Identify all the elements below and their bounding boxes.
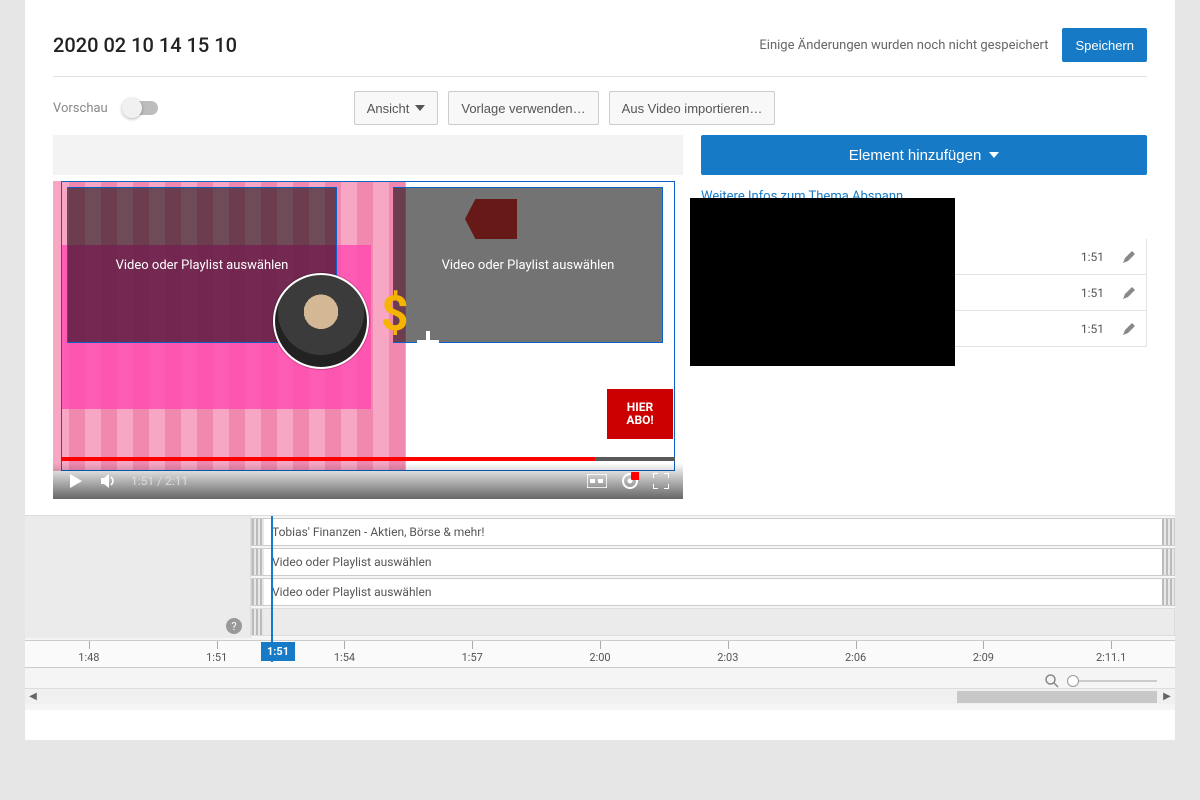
player-controls: 1:51 / 2:11 — [53, 463, 683, 499]
unsaved-message: Einige Änderungen wurden noch nicht gesp… — [759, 38, 1048, 53]
add-element-button[interactable]: Element hinzufügen — [701, 135, 1147, 175]
element-time: 1:51 — [1073, 286, 1112, 300]
timeline-tracks: Tobias' Finanzen - Aktien, Börse & mehr!… — [251, 516, 1175, 638]
page-title: 2020 02 10 14 15 10 — [53, 33, 237, 57]
timeline-subtrack[interactable] — [251, 608, 1175, 636]
progress-bar[interactable] — [61, 457, 675, 461]
timeline-track[interactable]: Tobias' Finanzen - Aktien, Börse & mehr! — [251, 518, 1175, 546]
chevron-down-icon — [415, 105, 425, 111]
redaction-overlay — [690, 198, 955, 366]
edit-icon[interactable] — [1112, 240, 1146, 274]
save-button[interactable]: Speichern — [1062, 28, 1147, 62]
zoom-slider-knob[interactable] — [1067, 675, 1079, 687]
time-ruler[interactable]: 1:48 1:51 1:54 1:57 2:00 2:03 2:06 2:09 … — [25, 640, 1175, 668]
timeline: ? Tobias' Finanzen - Aktien, Börse & meh… — [25, 515, 1175, 710]
horizontal-scrollbar[interactable]: ◀ ▶ — [25, 688, 1175, 704]
use-template-button[interactable]: Vorlage verwenden… — [448, 91, 598, 125]
zoom-controls — [25, 668, 1175, 688]
element-time: 1:51 — [1073, 250, 1112, 264]
move-cursor-icon — [417, 331, 439, 353]
video-preview[interactable]: Video oder Playlist auswählen Video oder… — [53, 135, 683, 499]
playhead-time-badge[interactable]: 1:51 — [261, 642, 295, 661]
timeline-track[interactable]: Video oder Playlist auswählen — [251, 548, 1175, 576]
progress-played — [61, 457, 595, 461]
channel-avatar[interactable] — [273, 273, 369, 369]
edit-icon[interactable] — [1112, 312, 1146, 346]
edit-icon[interactable] — [1112, 276, 1146, 310]
drag-handle-icon[interactable] — [252, 519, 264, 545]
drag-handle-icon[interactable] — [252, 609, 264, 635]
import-from-video-button[interactable]: Aus Video importieren… — [609, 91, 776, 125]
timeline-track[interactable]: Video oder Playlist auswählen — [251, 578, 1175, 606]
subscribe-overlay: HIER ABO! — [607, 389, 673, 439]
timeline-left-gutter: ? — [25, 516, 251, 638]
drag-handle-icon[interactable] — [1162, 549, 1174, 575]
zoom-slider[interactable] — [1067, 680, 1157, 682]
scroll-left-icon[interactable]: ◀ — [25, 689, 41, 705]
dollar-icon: $ — [381, 285, 409, 342]
drag-handle-icon[interactable] — [1162, 519, 1174, 545]
app-frame: 2020 02 10 14 15 10 Einige Änderungen wu… — [25, 0, 1175, 740]
toolbar: Vorschau Ansicht Vorlage verwenden… Aus … — [53, 77, 1147, 135]
fullscreen-icon[interactable] — [653, 473, 669, 489]
header: 2020 02 10 14 15 10 Einige Änderungen wu… — [53, 0, 1147, 77]
track-label: Tobias' Finanzen - Aktien, Börse & mehr! — [264, 525, 492, 539]
element-time: 1:51 — [1073, 322, 1112, 336]
drag-handle-icon[interactable] — [1162, 579, 1174, 605]
help-icon[interactable]: ? — [226, 618, 242, 634]
play-icon[interactable] — [67, 472, 85, 490]
preview-toggle[interactable] — [124, 101, 158, 115]
chevron-down-icon — [989, 152, 999, 158]
volume-icon[interactable] — [99, 472, 117, 490]
drag-handle-icon[interactable] — [252, 549, 264, 575]
scrollbar-thumb[interactable] — [957, 691, 1157, 703]
time-display: 1:51 / 2:11 — [131, 474, 188, 488]
track-label: Video oder Playlist auswählen — [264, 585, 439, 599]
view-label: Ansicht — [367, 101, 410, 116]
captions-icon[interactable] — [587, 474, 607, 488]
playhead[interactable] — [271, 516, 273, 662]
video-card-label: Video oder Playlist auswählen — [116, 258, 289, 273]
scroll-right-icon[interactable]: ▶ — [1159, 689, 1175, 705]
track-label: Video oder Playlist auswählen — [264, 555, 439, 569]
zoom-icon[interactable] — [1045, 674, 1059, 688]
drag-handle-icon[interactable] — [252, 579, 264, 605]
preview-label: Vorschau — [53, 101, 108, 116]
main-area: Video oder Playlist auswählen Video oder… — [53, 135, 1147, 499]
settings-icon[interactable] — [621, 472, 639, 490]
view-dropdown[interactable]: Ansicht — [354, 91, 439, 125]
endscreen-video-card-2[interactable]: Video oder Playlist auswählen — [393, 187, 663, 343]
video-card-label: Video oder Playlist auswählen — [442, 258, 615, 273]
